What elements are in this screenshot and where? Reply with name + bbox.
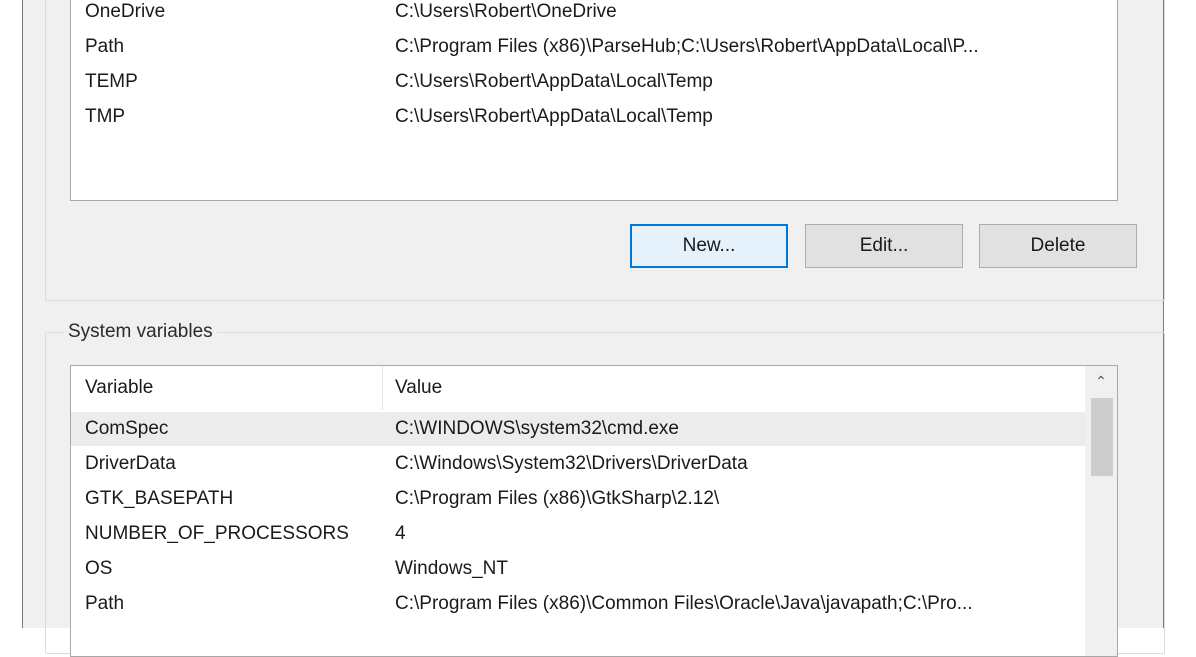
delete-button[interactable]: Delete — [979, 224, 1137, 268]
variable-value: Windows_NT — [395, 558, 508, 579]
vertical-scrollbar[interactable]: ⌃ — [1085, 366, 1117, 656]
system-variables-list[interactable]: Variable Value ComSpec C:\WINDOWS\system… — [70, 365, 1118, 657]
variable-name: Path — [85, 593, 125, 614]
list-item[interactable]: Path C:\Program Files (x86)\Common Files… — [71, 587, 1085, 621]
list-item[interactable]: GTK_BASEPATH C:\Program Files (x86)\GtkS… — [71, 482, 1085, 516]
variable-value: C:\WINDOWS\system32\cmd.exe — [395, 418, 679, 439]
system-variables-title: System variables — [64, 321, 217, 343]
column-divider[interactable] — [382, 366, 383, 410]
user-variables-list[interactable]: OneDrive C:\Users\Robert\OneDrive Path C… — [70, 0, 1118, 201]
environment-variables-dialog: OneDrive C:\Users\Robert\OneDrive Path C… — [22, 0, 1165, 657]
list-item[interactable]: OneDrive C:\Users\Robert\OneDrive — [71, 0, 1117, 29]
new-button[interactable]: New... — [630, 224, 788, 268]
variable-name: GTK_BASEPATH — [85, 488, 234, 509]
variable-name: DriverData — [85, 453, 176, 474]
edit-button[interactable]: Edit... — [805, 224, 963, 268]
list-item[interactable]: Path C:\Program Files (x86)\ParseHub;C:\… — [71, 30, 1117, 64]
column-header-value[interactable]: Value — [395, 366, 442, 410]
variable-value: C:\Windows\System32\Drivers\DriverData — [395, 453, 748, 474]
user-variables-group: OneDrive C:\Users\Robert\OneDrive Path C… — [45, 0, 1165, 301]
list-item[interactable]: DriverData C:\Windows\System32\Drivers\D… — [71, 447, 1085, 481]
chevron-up-icon[interactable]: ⌃ — [1085, 366, 1117, 396]
variable-value: C:\Users\Robert\AppData\Local\Temp — [395, 71, 713, 92]
list-item[interactable]: NUMBER_OF_PROCESSORS 4 — [71, 517, 1085, 551]
list-header: Variable Value — [71, 366, 1085, 410]
scrollbar-thumb[interactable] — [1091, 398, 1113, 476]
system-variables-group: System variables Variable Value ComSpec … — [45, 321, 1165, 657]
list-item[interactable]: TEMP C:\Users\Robert\AppData\Local\Temp — [71, 65, 1117, 99]
variable-name: TEMP — [85, 71, 138, 92]
variable-value: C:\Users\Robert\AppData\Local\Temp — [395, 106, 713, 127]
list-item[interactable]: OS Windows_NT — [71, 552, 1085, 586]
column-header-variable[interactable]: Variable — [85, 366, 153, 410]
variable-name: TMP — [85, 106, 126, 127]
variable-name: OS — [85, 558, 113, 579]
variable-value: C:\Program Files (x86)\GtkSharp\2.12\ — [395, 488, 720, 509]
variable-name: Path — [85, 36, 125, 57]
list-item[interactable]: TMP C:\Users\Robert\AppData\Local\Temp — [71, 100, 1117, 134]
variable-value: 4 — [395, 523, 406, 544]
variable-value: C:\Program Files (x86)\ParseHub;C:\Users… — [395, 36, 979, 57]
variable-name: ComSpec — [85, 418, 169, 439]
variable-value: C:\Users\Robert\OneDrive — [395, 1, 617, 22]
list-item[interactable]: ComSpec C:\WINDOWS\system32\cmd.exe — [71, 412, 1085, 446]
variable-name: NUMBER_OF_PROCESSORS — [85, 523, 349, 544]
variable-value: C:\Program Files (x86)\Common Files\Orac… — [395, 593, 973, 614]
variable-name: OneDrive — [85, 1, 166, 22]
